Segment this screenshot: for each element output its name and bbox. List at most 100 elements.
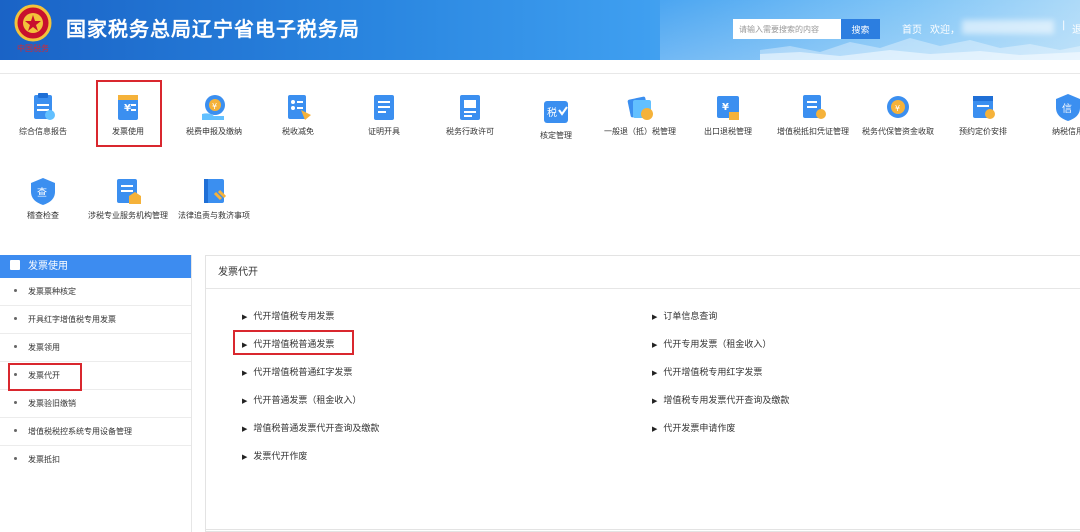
- sidebar-header: 发票使用: [0, 255, 191, 278]
- menu-label: 核定管理: [540, 131, 572, 140]
- sidebar: 发票使用 发票票种核定 开具红字增值税专用发票 发票领用 发票代开 发票验旧缴销…: [0, 255, 192, 532]
- refund-icon: [627, 96, 653, 120]
- invoice-menu-icon: [10, 260, 20, 270]
- svg-text:信: 信: [1062, 103, 1072, 115]
- menu-label: 综合信息报告: [19, 127, 67, 136]
- export-refund-icon: ¥: [717, 96, 739, 120]
- arrow-right-icon: ▶: [652, 397, 658, 405]
- menu-item-custody-funds[interactable]: ¥ 税务代保管资金收取: [858, 92, 938, 137]
- menu-label: 税务行政许可: [446, 127, 494, 136]
- svg-text:税: 税: [547, 106, 557, 119]
- link-label: 代开发票申请作废: [663, 424, 736, 434]
- sidebar-item-invoice-type-approval[interactable]: 发票票种核定: [0, 278, 191, 306]
- admin-permit-icon: [460, 95, 480, 120]
- menu-label: 涉税专业服务机构管理: [88, 211, 168, 220]
- link-issue-special-invoice-rent[interactable]: ▶ 代开专用发票（租金收入）: [652, 337, 771, 350]
- sidebar-title: 发票使用: [28, 261, 68, 272]
- link-label: 增值税普通发票代开查询及缴款: [253, 424, 380, 434]
- bullet-icon: [14, 429, 17, 432]
- menu-item-inspection[interactable]: 查 稽查检查: [3, 176, 83, 221]
- menu-label: 出口退税管理: [704, 127, 752, 136]
- menu-item-credit[interactable]: 信 纳税信用: [1028, 92, 1080, 137]
- sidebar-item-label: 发票抵扣: [28, 455, 60, 464]
- menu-label: 证明开具: [368, 127, 400, 136]
- menu-item-legal-remedy[interactable]: 法律追责与救济事项: [174, 176, 254, 221]
- link-label: 代开增值税普通红字发票: [253, 368, 353, 378]
- welcome-text: 欢迎，: [930, 25, 960, 36]
- sidebar-item-tax-control-device[interactable]: 增值税税控系统专用设备管理: [0, 418, 191, 446]
- menu-label: 一般退（抵）税管理: [604, 127, 676, 136]
- menu-item-pricing-arrangement[interactable]: 预约定价安排: [943, 92, 1023, 137]
- menu-label: 税费申报及缴纳: [186, 127, 242, 136]
- bullet-icon: [14, 317, 17, 320]
- menu-label: 税务代保管资金收取: [862, 127, 934, 136]
- link-label: 代开普通发票（租金收入）: [253, 396, 362, 406]
- link-label: 增值税专用发票代开查询及缴款: [663, 396, 790, 406]
- menu-item-assessment[interactable]: 税 核定管理: [516, 96, 596, 141]
- link-invoice-issuance-void[interactable]: ▶ 发票代开作废: [242, 449, 307, 462]
- highlight-box-invoice-use: [96, 80, 162, 147]
- sidebar-item-label: 发票领用: [28, 343, 60, 352]
- arrow-right-icon: ▶: [652, 313, 658, 321]
- link-invoice-application-void[interactable]: ▶ 代开发票申请作废: [652, 421, 735, 434]
- report-icon: [34, 93, 55, 120]
- menu-item-admin-permit[interactable]: 税务行政许可: [430, 92, 510, 137]
- menu-item-certificate[interactable]: 证明开具: [344, 92, 424, 137]
- bullet-icon: [14, 457, 17, 460]
- sidebar-item-invoice-deduction[interactable]: 发票抵扣: [0, 446, 191, 474]
- link-issue-vat-special-invoice[interactable]: ▶ 代开增值税专用发票: [242, 309, 334, 322]
- sidebar-item-invoice-collection[interactable]: 发票领用: [0, 334, 191, 362]
- sidebar-item-label: 发票验旧缴销: [28, 399, 76, 408]
- menu-item-tax-payment[interactable]: ¥ 税费申报及缴纳: [174, 92, 254, 137]
- menu-item-agency-management[interactable]: 涉税专业服务机构管理: [88, 176, 168, 221]
- menu-item-vat-deduction[interactable]: 增值税抵扣凭证管理: [773, 92, 853, 137]
- arrow-right-icon: ▶: [652, 369, 658, 377]
- menu-item-comprehensive-report[interactable]: 综合信息报告: [3, 92, 83, 137]
- home-link[interactable]: 首页: [902, 21, 922, 36]
- inspection-icon: 查: [31, 178, 55, 205]
- arrow-right-icon: ▶: [652, 341, 658, 349]
- sidebar-item-invoice-verification-cancellation[interactable]: 发票验旧缴销: [0, 390, 191, 418]
- header-divider: [0, 73, 1080, 74]
- svg-text:¥: ¥: [895, 104, 900, 113]
- link-vat-special-query-payment[interactable]: ▶ 增值税专用发票代开查询及缴款: [652, 393, 789, 406]
- site-title: 国家税务总局辽宁省电子税务局: [66, 17, 360, 41]
- svg-text:¥: ¥: [722, 102, 729, 113]
- site-header: 中国税务 国家税务总局辽宁省电子税务局 搜索 首页 欢迎， | 退: [0, 0, 1080, 60]
- bullet-icon: [14, 401, 17, 404]
- menu-item-refund[interactable]: 一般退（抵）税管理: [600, 92, 680, 137]
- search-input[interactable]: [733, 19, 841, 39]
- link-issue-vat-special-red-invoice[interactable]: ▶ 代开增值税专用红字发票: [652, 365, 762, 378]
- vat-deduction-icon: [803, 95, 826, 119]
- search-button[interactable]: 搜索: [841, 19, 880, 39]
- sidebar-item-red-vat-invoice[interactable]: 开具红字增值税专用发票: [0, 306, 191, 334]
- panel-title: 发票代开: [206, 256, 1080, 289]
- sidebar-item-label: 增值税税控系统专用设备管理: [28, 427, 132, 436]
- link-issue-ordinary-invoice-rent[interactable]: ▶ 代开普通发票（租金收入）: [242, 393, 361, 406]
- arrow-right-icon: ▶: [242, 313, 248, 321]
- link-order-info-query[interactable]: ▶ 订单信息查询: [652, 309, 717, 322]
- link-vat-ordinary-query-payment[interactable]: ▶ 增值税普通发票代开查询及缴款: [242, 421, 379, 434]
- credit-icon: 信: [1056, 94, 1080, 121]
- arrow-right-icon: ▶: [242, 369, 248, 377]
- arrow-right-icon: ▶: [652, 425, 658, 433]
- menu-label: 预约定价安排: [959, 127, 1007, 136]
- link-label: 代开专用发票（租金收入）: [663, 340, 772, 350]
- menu-item-tax-reduction[interactable]: 税收减免: [258, 92, 338, 137]
- pricing-arrangement-icon: [973, 96, 995, 119]
- menu-label: 增值税抵扣凭证管理: [777, 127, 849, 136]
- tax-reduction-icon: [288, 95, 311, 120]
- menu-item-export-refund[interactable]: ¥ 出口退税管理: [688, 92, 768, 137]
- svg-text:¥: ¥: [212, 102, 217, 111]
- nav-separator: |: [1062, 20, 1066, 31]
- bullet-icon: [14, 289, 17, 292]
- link-label: 代开增值税专用发票: [253, 312, 335, 322]
- menu-label: 税收减免: [282, 127, 314, 136]
- sidebar-item-label: 开具红字增值税专用发票: [28, 315, 116, 324]
- link-issue-vat-ordinary-red-invoice[interactable]: ▶ 代开增值税普通红字发票: [242, 365, 352, 378]
- link-label: 代开增值税专用红字发票: [663, 368, 763, 378]
- link-label: 发票代开作废: [253, 452, 308, 462]
- exit-link[interactable]: 退: [1072, 21, 1080, 36]
- menu-label: 稽查检查: [27, 211, 59, 220]
- legal-remedy-icon: [204, 179, 227, 203]
